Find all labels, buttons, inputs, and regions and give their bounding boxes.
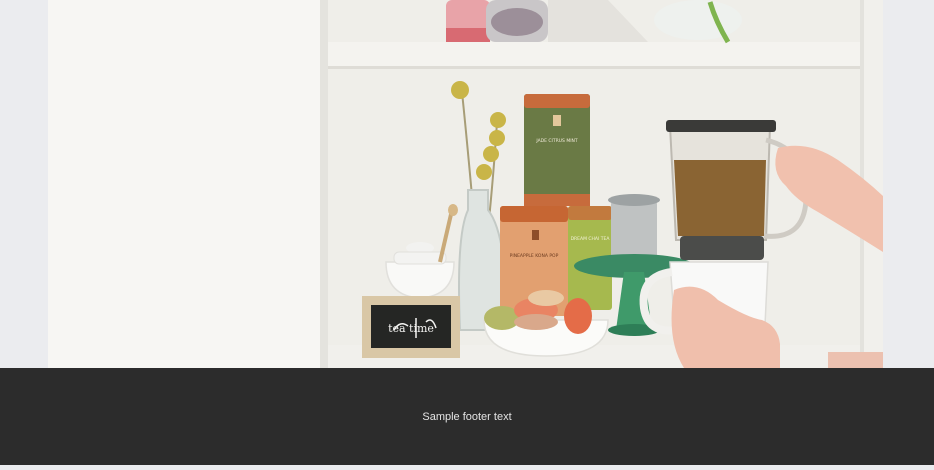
- footer: Sample footer text: [0, 368, 934, 465]
- footer-text: Sample footer text: [422, 410, 512, 423]
- hero-illustration: tea time JADE CITRUS MINT PINEAPPLE KONA…: [48, 0, 883, 368]
- chalkboard-text: tea time: [388, 322, 434, 335]
- bottom-strip: [0, 465, 934, 470]
- page: tea time JADE CITRUS MINT PINEAPPLE KONA…: [0, 0, 934, 470]
- tin-top-label: JADE CITRUS MINT: [535, 138, 578, 144]
- hero-image: tea time JADE CITRUS MINT PINEAPPLE KONA…: [48, 0, 883, 368]
- tin-left-label: PINEAPPLE KONA POP: [510, 253, 559, 259]
- tin-right-label: DREAM CHAI TEA: [571, 236, 611, 242]
